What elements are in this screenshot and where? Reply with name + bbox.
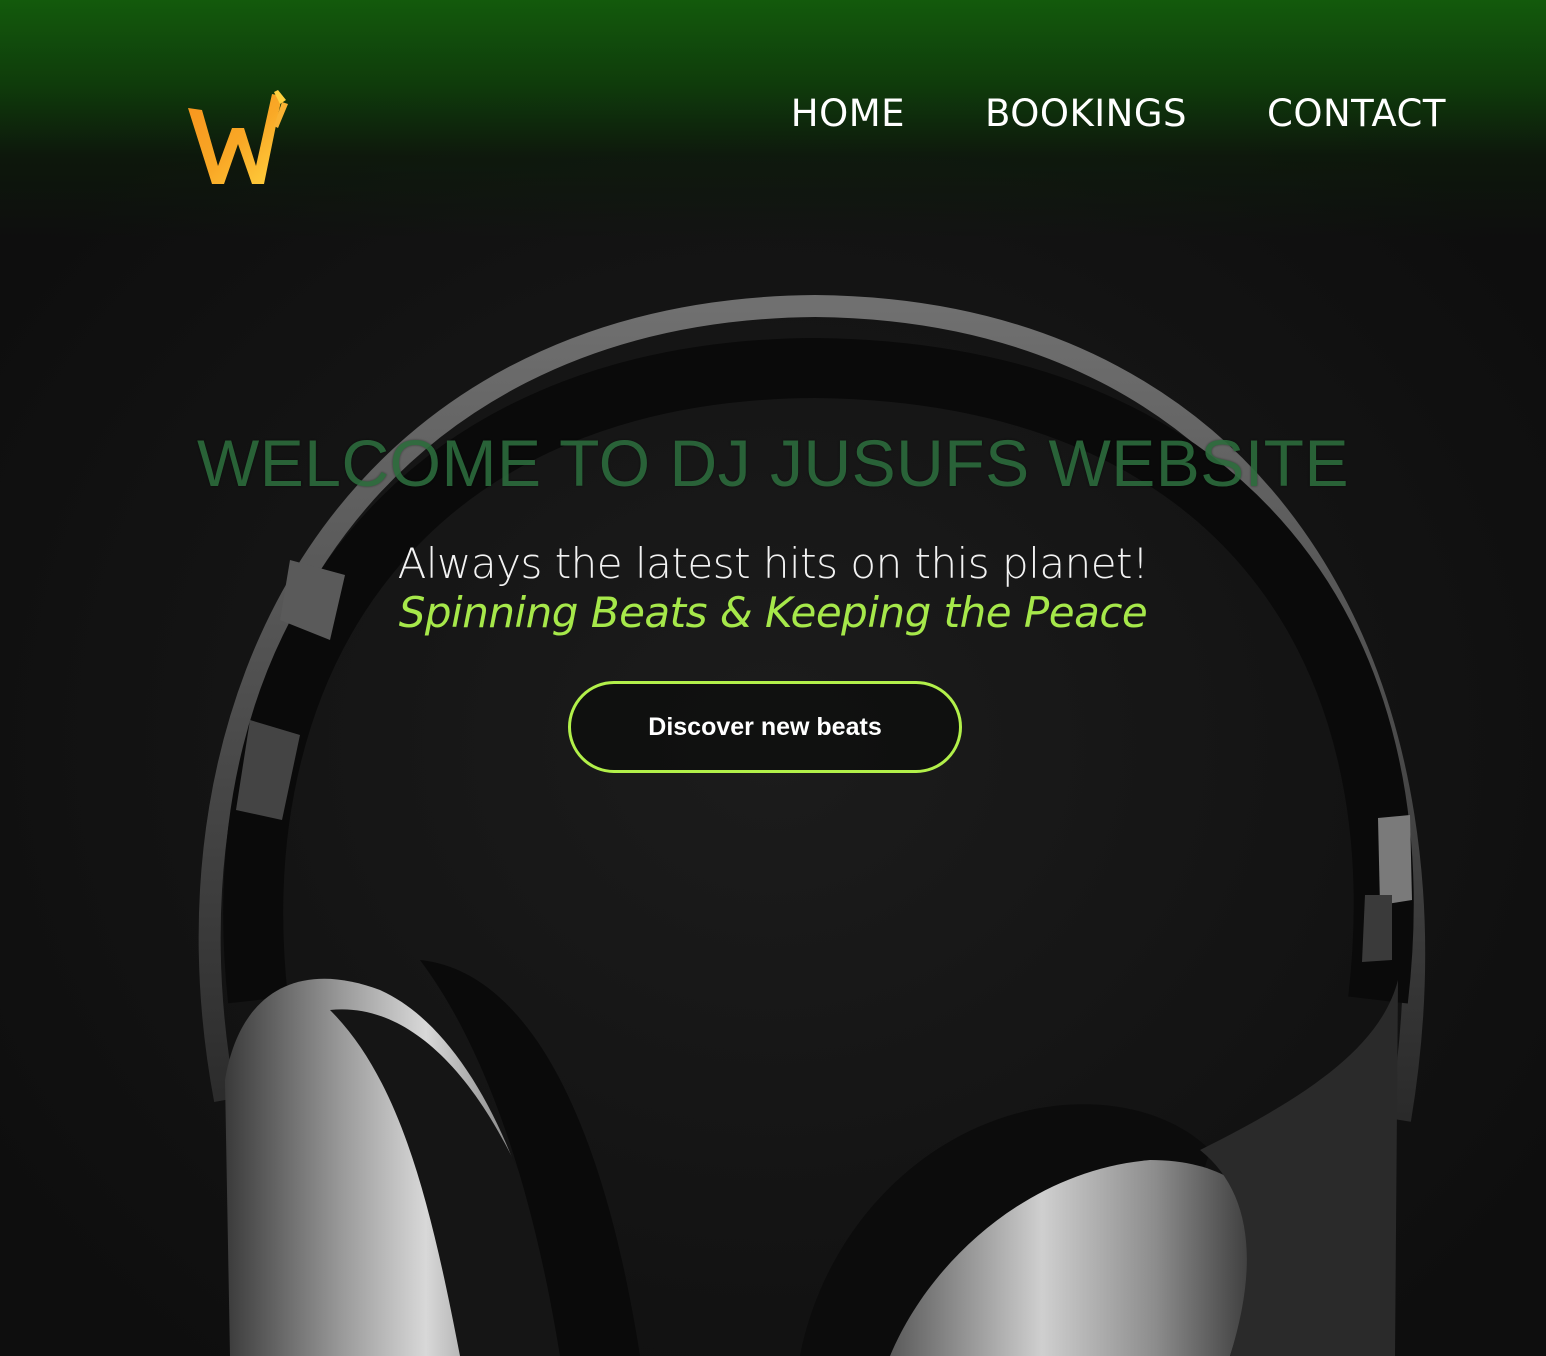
nav-bookings[interactable]: BOOKINGS [985,92,1187,135]
discover-beats-button[interactable]: Discover new beats [568,681,962,773]
main-nav: HOME BOOKINGS CONTACT [791,92,1446,135]
page: HOME BOOKINGS CONTACT WELCOME TO DJ JUSU… [0,0,1546,1356]
nav-contact[interactable]: CONTACT [1267,92,1446,135]
hero-tagline: Always the latest hits on this planet! [397,539,1149,588]
nav-home[interactable]: HOME [791,92,905,135]
hero-sub-tagline: Spinning Beats & Keeping the Peace [398,588,1148,637]
stylized-w-logo[interactable] [186,88,292,190]
headphones-photo [0,0,1546,1356]
hero-title: WELCOME TO DJ JUSUFS WEBSITE [196,426,1350,500]
